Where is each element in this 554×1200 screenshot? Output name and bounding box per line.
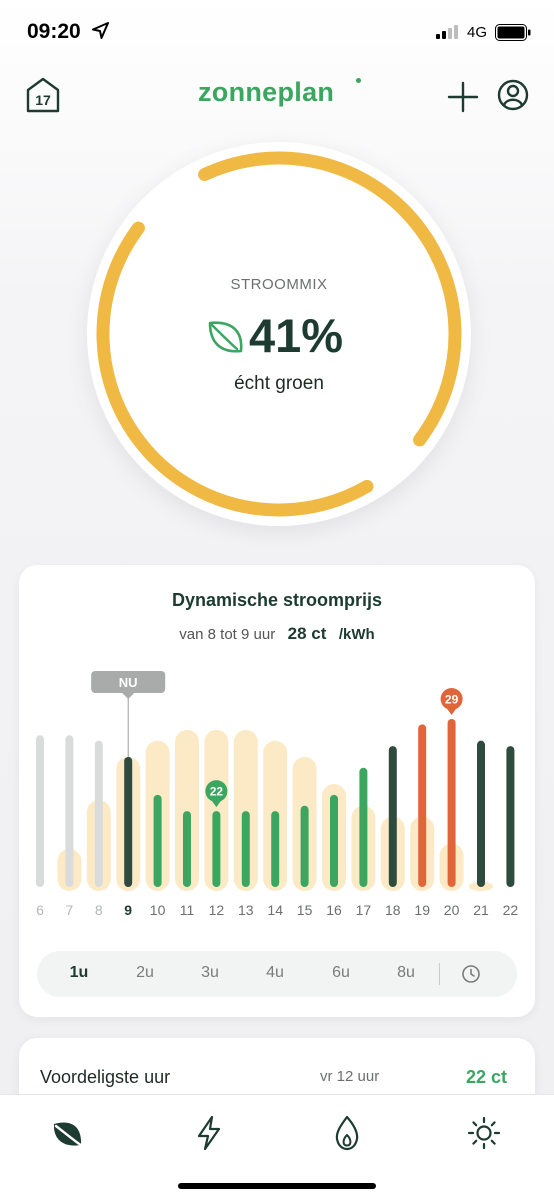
price-bar-14[interactable] [271, 811, 280, 887]
range-separator [439, 963, 440, 985]
stroommix-label: STROOMMIX [230, 276, 328, 293]
price-bar-20[interactable] [447, 719, 456, 887]
price-bar-16[interactable] [330, 794, 338, 887]
sun-tab-icon [467, 1116, 501, 1150]
range-option-2u[interactable]: 2u [125, 964, 165, 982]
price-card-title: Dynamische stroomprijs [171, 590, 383, 610]
x-tick-15: 15 [297, 902, 313, 918]
app-header: 17 zonneplan [0, 64, 554, 128]
stroommix-widget[interactable]: STROOMMIX 41% écht groen [87, 142, 471, 526]
price-bar-6[interactable] [36, 735, 44, 887]
add-button[interactable] [446, 80, 480, 119]
leaf-tab-icon [53, 1122, 87, 1150]
price-bar-10[interactable] [153, 794, 162, 887]
logo-dot [356, 78, 361, 83]
price-bar-17[interactable] [359, 767, 368, 887]
price-bar-15[interactable] [300, 805, 309, 887]
account-button[interactable] [496, 78, 530, 117]
x-tick-20: 20 [444, 902, 460, 918]
price-range-text: van 8 tot 9 uur [179, 626, 276, 643]
flame-tab-icon [335, 1115, 359, 1151]
tab-electricity[interactable] [189, 1113, 229, 1153]
price-bar-9[interactable] [124, 756, 133, 887]
x-tick-9: 9 [124, 902, 132, 918]
logo: zonneplan [198, 77, 335, 107]
price-bar-19[interactable] [418, 724, 427, 887]
x-tick-14: 14 [267, 902, 283, 918]
range-option-3u[interactable]: 3u [190, 964, 230, 982]
range-option-8u[interactable]: 8u [386, 964, 426, 982]
location-arrow-icon [92, 22, 109, 44]
tab-gas[interactable] [327, 1113, 367, 1153]
status-bar: 09:20 4G [0, 0, 554, 64]
x-tick-6: 6 [36, 902, 44, 918]
min-marker-label: 22 [210, 785, 224, 799]
ring-arc-minor [96, 221, 374, 517]
x-tick-22: 22 [503, 902, 519, 918]
price-bar-12[interactable] [212, 811, 221, 887]
tab-bar [0, 1094, 554, 1200]
x-tick-7: 7 [66, 902, 74, 918]
x-tick-8: 8 [95, 902, 103, 918]
cheapest-time: vr 12 uur [320, 1068, 380, 1085]
range-option-4u[interactable]: 4u [255, 964, 295, 982]
tab-leaf[interactable] [48, 1113, 88, 1153]
now-label: NU [119, 675, 138, 690]
price-bar-21[interactable] [477, 740, 485, 887]
stroommix-value-row: 41% [87, 308, 471, 368]
range-selector: 8u 6u 4u 3u 2u 1u [37, 951, 517, 997]
price-bar-8[interactable] [94, 740, 103, 887]
price-value: 28 ct [287, 624, 327, 643]
x-tick-10: 10 [150, 902, 166, 918]
price-bar-11[interactable] [183, 811, 191, 887]
home-badge: 17 [35, 92, 51, 108]
home-button[interactable]: 17 [25, 76, 61, 114]
range-option-6u[interactable]: 6u [321, 964, 361, 982]
x-tick-12: 12 [209, 902, 225, 918]
price-bar-13[interactable] [241, 811, 250, 887]
lightning-tab-icon [197, 1115, 221, 1151]
x-tick-11: 11 [180, 902, 195, 918]
range-option-1u[interactable]: 1u [59, 964, 99, 982]
price-summary: van 8 tot 9 uur 28 ct /kWh [19, 624, 535, 648]
status-time: 09:20 [27, 20, 81, 43]
x-tick-19: 19 [414, 902, 430, 918]
x-tick-21: 21 [473, 902, 489, 918]
price-chart[interactable]: NU 6 7 8 9 10 11 12 13 14 15 16 17 18 19 20 21 22 22 29 [19, 665, 535, 925]
x-tick-18: 18 [385, 902, 401, 918]
cell-signal-icon [436, 25, 462, 44]
price-unit: /kWh [338, 626, 375, 643]
home-indicator [178, 1183, 376, 1189]
price-card: Dynamische stroomprijs van 8 tot 9 uur 2… [19, 565, 535, 1017]
x-tick-16: 16 [326, 902, 342, 918]
price-bar-18[interactable] [388, 746, 397, 887]
cheapest-price: 22 ct [466, 1067, 508, 1087]
x-tick-17: 17 [356, 902, 372, 918]
stroommix-value: 41% [249, 309, 344, 362]
max-marker-label: 29 [445, 693, 459, 707]
max-marker-pointer [446, 708, 457, 715]
x-tick-13: 13 [238, 902, 254, 918]
tab-solar[interactable] [464, 1113, 504, 1153]
clock-icon [462, 965, 480, 983]
price-bar-7[interactable] [65, 735, 74, 887]
cheapest-label: Voordeligste uur [40, 1067, 171, 1087]
now-tag-pointer [122, 693, 135, 699]
user-circle-icon [497, 79, 529, 111]
price-bar-22[interactable] [506, 746, 515, 887]
leaf-icon [207, 318, 245, 361]
ring-arc-major [198, 151, 462, 447]
battery-icon [495, 24, 531, 46]
plus-icon [447, 81, 479, 113]
network-type: 4G [467, 24, 488, 41]
clock-button[interactable] [461, 964, 481, 989]
stroommix-subtitle: écht groen [234, 373, 324, 394]
